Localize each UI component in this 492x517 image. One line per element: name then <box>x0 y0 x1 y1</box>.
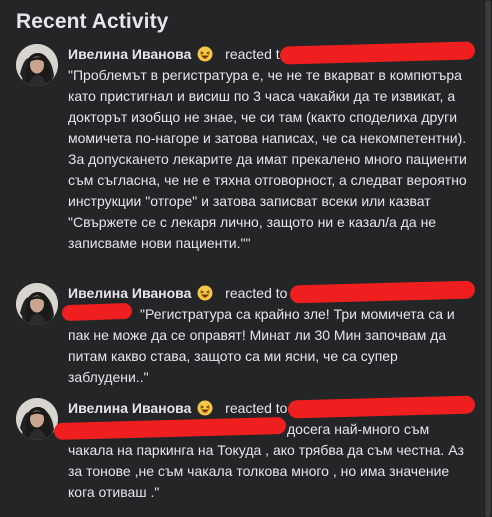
avatar-photo <box>16 283 58 325</box>
recent-activity-panel: Recent Activity Ивелина Иванова reacted … <box>0 0 480 517</box>
activity-header: Ивелина Иванова reacted to <box>68 395 478 419</box>
action-text: reacted to <box>225 400 288 416</box>
section-title: Recent Activity <box>16 10 169 33</box>
redacted-name-mark <box>61 302 133 322</box>
redacted-name-mark <box>289 280 476 304</box>
activity-header: Ивелина Иванова reacted to <box>68 41 478 65</box>
activity-item[interactable]: Ивелина Иванова reacted to досега най-мн… <box>16 395 478 503</box>
action-text: reacted to <box>225 285 288 301</box>
activity-header: Ивелина Иванова reacted to <box>68 280 478 304</box>
avatar-photo <box>16 398 58 440</box>
laughing-face-emoji-icon <box>197 285 213 301</box>
avatar[interactable] <box>16 398 58 440</box>
avatar[interactable] <box>16 44 58 86</box>
activity-item[interactable]: Ивелина Иванова reacted to "Проблемът в … <box>16 41 478 266</box>
avatar[interactable] <box>16 283 58 325</box>
laughing-face-emoji-icon <box>197 46 213 62</box>
comment-text: "Проблемът в регистратура е, че не те вк… <box>68 67 467 251</box>
action-text: reacted to <box>225 46 288 62</box>
scrollbar-thumb[interactable] <box>485 0 491 517</box>
user-name-link[interactable]: Ивелина Иванова <box>68 400 191 416</box>
redacted-name-mark <box>287 395 476 419</box>
laughing-face-emoji-icon <box>197 400 213 416</box>
avatar-photo <box>16 44 58 86</box>
activity-item[interactable]: Ивелина Иванова reacted to "Регистратура… <box>16 280 478 388</box>
redacted-name-mark <box>279 41 476 65</box>
scrollbar[interactable] <box>484 0 492 517</box>
user-name-link[interactable]: Ивелина Иванова <box>68 46 191 62</box>
user-name-link[interactable]: Ивелина Иванова <box>68 285 191 301</box>
